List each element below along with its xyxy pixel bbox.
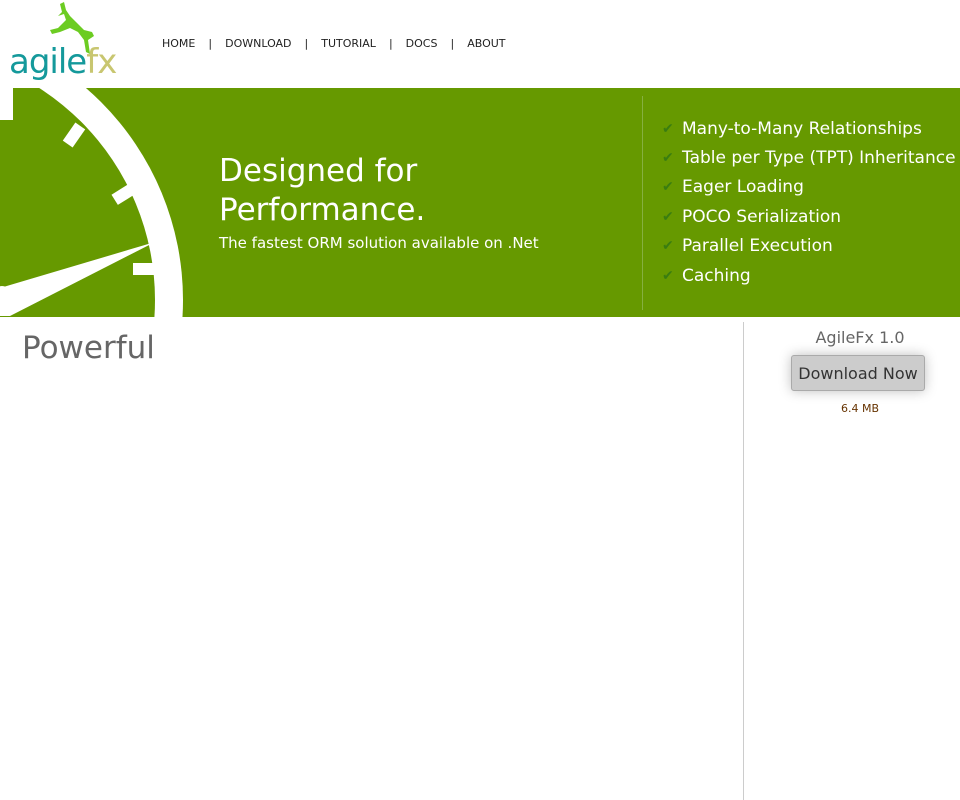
main-nav: HOME | DOWNLOAD | TUTORIAL | DOCS | ABOUT [162,37,506,50]
feature-item: ✔ Eager Loading [662,177,804,198]
check-icon: ✔ [662,238,674,255]
check-icon: ✔ [662,120,674,137]
feature-item: ✔ Parallel Execution [662,236,833,257]
feature-item: ✔ Caching [662,265,751,286]
feature-item: ✔ Table per Type (TPT) Inheritance [662,148,956,169]
hero-subtitle: The fastest ORM solution available on .N… [219,234,539,252]
nav-tutorial[interactable]: TUTORIAL [321,37,376,50]
hero-banner: Designed for Performance. The fastest OR… [0,88,960,317]
check-icon: ✔ [662,208,674,225]
hero-headline: Designed for Performance. [219,153,426,228]
check-icon: ✔ [662,267,674,284]
nav-docs[interactable]: DOCS [406,37,438,50]
version-label: AgileFx 1.0 [815,328,905,347]
logo-wordmark: agilefx [9,42,117,82]
file-size: 6.4 MB [840,402,880,415]
nav-about[interactable]: ABOUT [467,37,505,50]
divider [642,96,643,310]
speedometer-icon [0,88,183,317]
nav-download[interactable]: DOWNLOAD [225,37,291,50]
feature-item: ✔ POCO Serialization [662,206,842,227]
check-icon: ✔ [662,179,674,196]
section-heading: Powerful [22,330,155,366]
check-icon: ✔ [662,150,674,167]
download-now-button[interactable]: Download Now [791,355,925,391]
feature-item: ✔ Many-to-Many Relationships [662,118,922,139]
feature-list: ✔ Many-to-Many Relationships ✔ Table per T… [662,114,956,290]
logo[interactable]: agilefx [8,0,118,88]
nav-home[interactable]: HOME [162,37,195,50]
sidebar-divider [743,322,744,800]
